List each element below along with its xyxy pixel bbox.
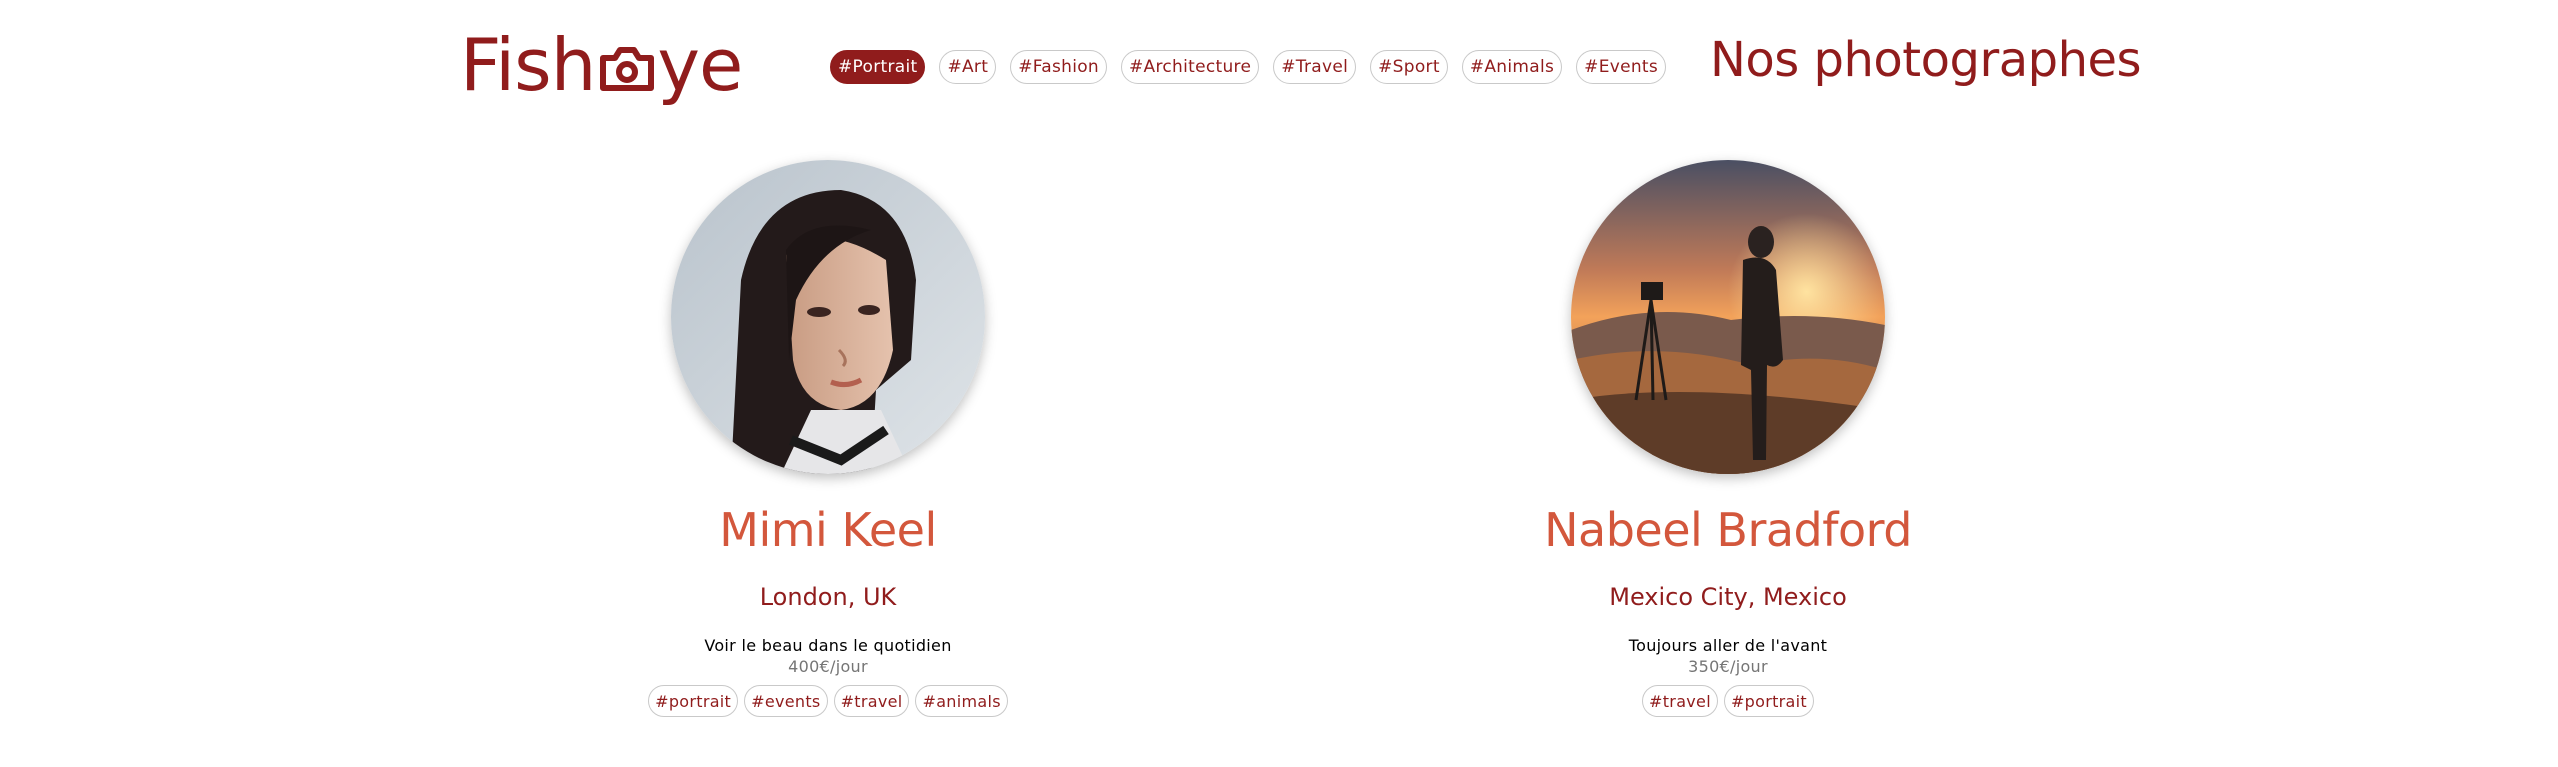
tag-filter-portrait[interactable]: #Portrait — [830, 50, 926, 84]
tag-filter-fashion[interactable]: #Fashion — [1010, 50, 1107, 84]
photographer-card: Mimi Keel London, UK Voir le beau dans l… — [478, 160, 1178, 717]
card-tag-portrait[interactable]: #portrait — [648, 685, 739, 717]
card-tag-portrait[interactable]: #portrait — [1723, 685, 1814, 717]
card-tag-travel[interactable]: #travel — [1642, 685, 1718, 717]
avatar[interactable] — [671, 160, 985, 474]
tag-filter-sport[interactable]: #Sport — [1370, 50, 1448, 84]
avatar[interactable] — [1571, 160, 1885, 474]
photographer-name: Mimi Keel — [719, 503, 937, 557]
photographer-tagline: Voir le beau dans le quotidien — [704, 636, 952, 655]
photographer-tagline: Toujours aller de l'avant — [1628, 636, 1828, 655]
photographer-price: 400€/jour — [788, 657, 868, 676]
photographer-tags: #travel #portrait — [1378, 685, 2078, 717]
tag-filter-nav: #Portrait #Art #Fashion #Architecture #T… — [830, 50, 1667, 84]
photographer-tags: #portrait #events #travel #animals — [478, 685, 1178, 717]
photographer-profile-link[interactable]: Mimi Keel — [478, 160, 1178, 558]
tag-filter-animals[interactable]: #Animals — [1461, 50, 1563, 84]
photographer-profile-link[interactable]: Nabeel Bradford — [1378, 160, 2078, 558]
photographer-location: London, UK — [759, 583, 897, 611]
logo-text-right: ye — [657, 23, 743, 107]
card-tag-events[interactable]: #events — [744, 685, 828, 717]
photographer-price: 350€/jour — [1688, 657, 1768, 676]
camera-icon — [599, 42, 655, 94]
tag-filter-art[interactable]: #Art — [939, 50, 997, 84]
logo-text-left: Fish — [460, 23, 596, 107]
photographer-name: Nabeel Bradford — [1544, 503, 1912, 557]
fisheye-logo[interactable]: Fish ye — [460, 20, 743, 110]
card-tag-animals[interactable]: #animals — [915, 685, 1008, 717]
photographer-card: Nabeel Bradford Mexico City, Mexico Touj… — [1378, 160, 2078, 717]
page-header: Fish ye #Portrait #Art #Fashion #Archite… — [0, 0, 2558, 140]
tag-filter-architecture[interactable]: #Architecture — [1121, 50, 1260, 84]
photographer-location: Mexico City, Mexico — [1609, 583, 1847, 611]
tag-filter-events[interactable]: #Events — [1576, 50, 1667, 84]
tag-filter-travel[interactable]: #Travel — [1273, 50, 1357, 84]
page-title: Nos photographes — [1710, 32, 2142, 88]
card-tag-travel[interactable]: #travel — [833, 685, 910, 717]
